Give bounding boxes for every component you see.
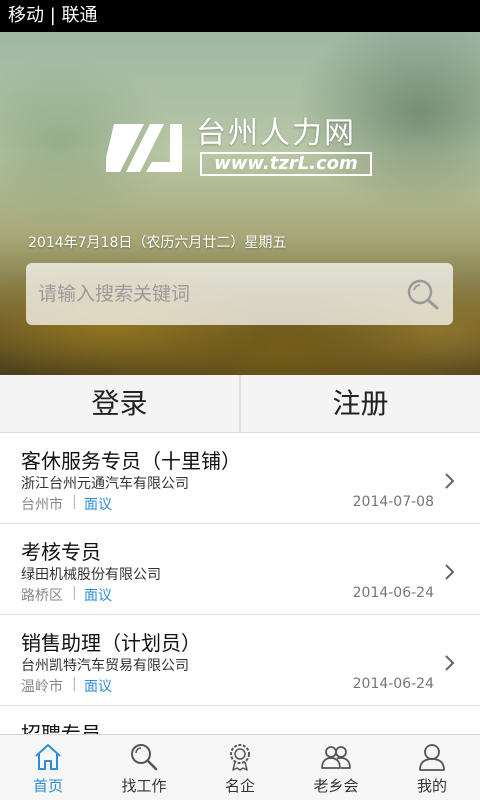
job-salary: 面议 [84, 679, 112, 695]
logo-url: www.tzrL.com [200, 152, 372, 176]
badge-icon [230, 744, 250, 771]
tab-label: 名企 [224, 777, 255, 795]
carrier-text: 移动 | 联通 [8, 5, 98, 26]
job-location: 温岭市 [21, 679, 63, 695]
job-list: 客休服务专员（十里铺） 浙江台州元通汽车有限公司 台州市 | 面议 2014-0… [0, 433, 480, 734]
job-location: 台州市 [21, 497, 63, 513]
logo-mark-icon [106, 124, 182, 172]
job-item[interactable]: 招聘专员 [0, 706, 480, 734]
date-text: 2014年7月18日（农历六月廿二）星期五 [28, 235, 287, 251]
login-button[interactable]: 登录 [0, 375, 239, 433]
job-title: 销售助理（计划员） [21, 631, 201, 655]
job-title: 考核专员 [21, 540, 101, 564]
chevron-right-icon [445, 655, 455, 671]
tab-home[interactable]: 首页 [0, 735, 96, 800]
job-location: 路桥区 [21, 588, 63, 604]
search-box[interactable] [26, 263, 453, 325]
job-company: 浙江台州元通汽车有限公司 [21, 476, 189, 492]
tab-label: 老乡会 [313, 777, 359, 795]
tab-hometown[interactable]: 老乡会 [288, 735, 384, 800]
job-separator: | [72, 494, 77, 510]
chevron-right-icon [445, 564, 455, 580]
job-item[interactable]: 销售助理（计划员） 台州凯特汽车贸易有限公司 温岭市 | 面议 2014-06-… [0, 615, 480, 706]
job-date: 2014-06-24 [352, 585, 434, 601]
user-icon [419, 744, 445, 771]
job-title: 客休服务专员（十里铺） [21, 449, 241, 473]
job-salary: 面议 [84, 588, 112, 604]
bottom-tab-bar: 首页 找工作 名企 老乡会 我的 [0, 734, 480, 800]
job-item[interactable]: 考核专员 绿田机械股份有限公司 路桥区 | 面议 2014-06-24 [0, 524, 480, 615]
job-company: 台州凯特汽车贸易有限公司 [21, 658, 189, 674]
site-logo: 台州人力网 www.tzrL.com [106, 118, 376, 180]
status-bar: 移动 | 联通 [0, 0, 480, 32]
tab-find-job[interactable]: 找工作 [96, 735, 192, 800]
job-date: 2014-07-08 [352, 494, 434, 510]
search-input[interactable] [38, 277, 398, 311]
tab-companies[interactable]: 名企 [192, 735, 288, 800]
tab-label: 找工作 [121, 777, 167, 795]
logo-title: 台州人力网 [196, 116, 356, 151]
auth-bar: 登录 注册 [0, 375, 480, 433]
job-separator: | [72, 585, 77, 601]
tab-mine[interactable]: 我的 [384, 735, 480, 800]
tab-label: 首页 [32, 777, 63, 795]
job-separator: | [72, 676, 77, 692]
job-item[interactable]: 客休服务专员（十里铺） 浙江台州元通汽车有限公司 台州市 | 面议 2014-0… [0, 433, 480, 524]
register-button[interactable]: 注册 [241, 375, 480, 433]
job-company: 绿田机械股份有限公司 [21, 567, 161, 583]
home-icon [35, 744, 61, 770]
search-icon [131, 744, 158, 771]
job-title: 招聘专员 [21, 722, 101, 734]
hero-banner: 台州人力网 www.tzrL.com 2014年7月18日（农历六月廿二）星期五 [0, 32, 480, 375]
job-date: 2014-06-24 [352, 676, 434, 692]
job-salary: 面议 [84, 497, 112, 513]
chevron-right-icon [445, 473, 455, 489]
search-icon[interactable] [405, 277, 441, 311]
tab-label: 我的 [416, 777, 447, 795]
people-icon [321, 746, 351, 769]
